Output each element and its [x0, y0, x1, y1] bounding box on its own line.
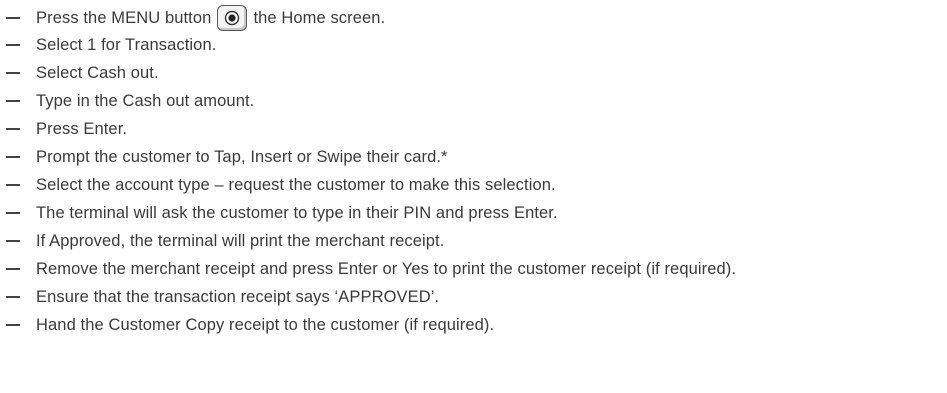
- dash-bullet: [6, 184, 20, 186]
- list-item: Press Enter.: [0, 115, 127, 143]
- dash-bullet: [6, 44, 20, 46]
- dash-bullet: [6, 324, 20, 326]
- dash-bullet: [6, 268, 20, 270]
- list-item: Ensure that the transaction receipt says…: [0, 283, 439, 311]
- list-item: Select 1 for Transaction.: [0, 31, 216, 59]
- list-item: Select the account type – request the cu…: [0, 171, 556, 199]
- dash-bullet: [6, 100, 20, 102]
- list-item: Prompt the customer to Tap, Insert or Sw…: [0, 143, 448, 171]
- step-text: If Approved, the terminal will print the…: [36, 231, 445, 250]
- step-text: Select the account type – request the cu…: [36, 175, 556, 194]
- list-item: Type in the Cash out amount.: [0, 87, 254, 115]
- dash-bullet: [6, 240, 20, 242]
- dash-bullet: [6, 296, 20, 298]
- list-item: If Approved, the terminal will print the…: [0, 227, 444, 255]
- dash-bullet: [6, 128, 20, 130]
- list-item: Remove the merchant receipt and press En…: [0, 255, 736, 283]
- list-item: Hand the Customer Copy receipt to the cu…: [0, 311, 494, 339]
- dash-bullet: [6, 156, 20, 158]
- step-text: The terminal will ask the customer to ty…: [36, 203, 558, 222]
- step-text: Remove the merchant receipt and press En…: [36, 259, 737, 278]
- step-text: Press Enter.: [36, 119, 128, 138]
- step-text: Prompt the customer to Tap, Insert or Sw…: [36, 147, 448, 166]
- dash-bullet: [6, 17, 20, 19]
- menu-button-icon: [217, 5, 248, 31]
- step-text: Select Cash out.: [36, 63, 159, 82]
- step-text-before: Press the MENU button: [36, 8, 212, 27]
- step-text: Select 1 for Transaction.: [36, 35, 217, 54]
- step-text-after: the Home screen.: [253, 8, 386, 27]
- list-item: Press the MENU button the Home screen.: [0, 4, 385, 32]
- step-text: Type in the Cash out amount.: [36, 91, 255, 110]
- dash-bullet: [6, 212, 20, 214]
- list-item: The terminal will ask the customer to ty…: [0, 199, 558, 227]
- list-item: Select Cash out.: [0, 59, 159, 87]
- dash-bullet: [6, 72, 20, 74]
- step-text: Hand the Customer Copy receipt to the cu…: [36, 315, 495, 334]
- step-text: Ensure that the transaction receipt says…: [36, 287, 440, 306]
